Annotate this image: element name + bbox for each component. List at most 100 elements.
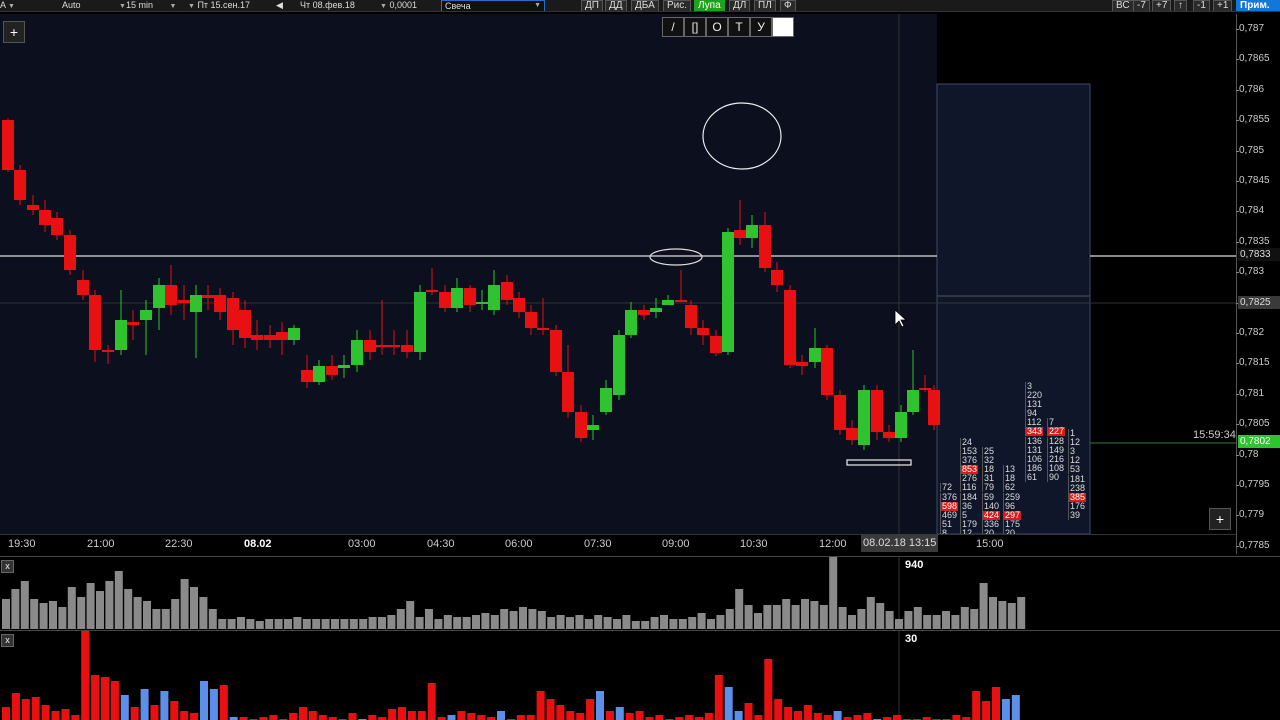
- bearish-candle: [537, 328, 549, 330]
- bearish-candle: [326, 366, 338, 375]
- volume-bar: [406, 601, 415, 629]
- sell-delta-bar: [170, 701, 179, 720]
- sell-delta-bar: [774, 699, 783, 720]
- price-tick: 0,785: [1235, 144, 1265, 156]
- bullish-candle: [662, 300, 674, 305]
- bullish-candle: [115, 320, 127, 350]
- btn-dd[interactable]: ДД: [605, 0, 627, 11]
- bearish-candle: [759, 225, 771, 268]
- volume-bar: [500, 609, 509, 629]
- price-tick: 0,7865: [1236, 53, 1270, 65]
- btn-minus7[interactable]: -7: [1133, 0, 1150, 11]
- drawing-tools: / [] O T У: [662, 17, 794, 37]
- buy-delta-bar: [120, 695, 129, 720]
- price-tick: 0,782: [1235, 327, 1265, 338]
- rectangle-tool[interactable]: []: [684, 17, 706, 37]
- text-tool[interactable]: T: [728, 17, 750, 37]
- timeframe-selector[interactable]: 15 min ▼: [126, 0, 177, 11]
- sell-delta-bar: [457, 711, 466, 720]
- date-nav-icon[interactable]: ◀: [276, 0, 283, 11]
- time-axis[interactable]: 19:30 21:00 22:30 08.02 03:00 04:30 06:00 07:30…: [0, 534, 1236, 552]
- buy-delta-bar: [1011, 695, 1020, 720]
- mode-selector[interactable]: Auto ▼: [62, 0, 126, 11]
- chevron-down-icon: ▼: [188, 3, 195, 10]
- bullish-candle: [895, 412, 907, 438]
- btn-minus1[interactable]: -1: [1193, 0, 1210, 11]
- color-swatch[interactable]: [772, 17, 794, 37]
- volume-bar: [20, 581, 29, 629]
- chart-type-selector[interactable]: Свеча ▼: [441, 0, 545, 11]
- sell-delta-bar: [289, 713, 298, 720]
- volume-bar: [199, 597, 208, 629]
- btn-vs[interactable]: ВС: [1112, 0, 1134, 11]
- volume-bar: [284, 619, 292, 629]
- volume-bar: [312, 619, 321, 629]
- volume-bar: [105, 581, 114, 629]
- chevron-down-icon: ▼: [380, 3, 387, 10]
- bearish-candle: [364, 340, 376, 352]
- close-icon[interactable]: x: [1, 560, 14, 573]
- price-chart[interactable]: 72 376 598 469 51 8 24 153 376 853 276 116 184 36 5 179…: [0, 14, 1236, 538]
- tick-field[interactable]: ▼ 0,0001: [380, 0, 417, 11]
- add-chart-button[interactable]: +: [3, 21, 25, 43]
- btn-pl[interactable]: ПЛ: [754, 0, 776, 11]
- time-tick: 15:00: [976, 538, 1004, 550]
- price-axis[interactable]: 0,787 0,7865 0,786 0,7855 0,785 0,7845 0,784 0,…: [1235, 14, 1280, 554]
- btn-up[interactable]: ↑: [1174, 0, 1187, 11]
- delta-histogram: [2, 631, 1020, 720]
- sell-delta-bar: [625, 713, 634, 720]
- volume-bar: [923, 615, 932, 629]
- volume-bar: [255, 621, 264, 629]
- volume-bar: [77, 597, 86, 629]
- last-price-badge: 0,7802: [1238, 435, 1280, 448]
- sell-delta-bar: [427, 683, 436, 720]
- btn-plus1[interactable]: +1: [1213, 0, 1233, 11]
- volume-bar: [481, 613, 490, 629]
- volume-bar: [735, 589, 744, 629]
- date-to-field[interactable]: Чт 08.фев.18: [300, 0, 355, 11]
- sell-delta-bar: [992, 687, 1000, 720]
- volume-bar: [613, 619, 621, 629]
- add-indicator-button[interactable]: +: [1209, 508, 1231, 530]
- line-tool[interactable]: /: [662, 17, 684, 37]
- bearish-candle: [64, 235, 76, 270]
- sell-delta-bar: [477, 715, 486, 720]
- bearish-candle: [251, 335, 263, 340]
- volume-panel: x 940: [0, 556, 1280, 629]
- bullish-candle: [650, 308, 662, 312]
- bearish-candle: [14, 170, 26, 200]
- bearish-candle: [2, 120, 14, 170]
- chevron-down-icon: ▼: [169, 3, 177, 10]
- sell-delta-bar: [41, 705, 50, 720]
- volume-bar: [754, 613, 762, 629]
- ellipse-tool[interactable]: O: [706, 17, 728, 37]
- sell-delta-bar: [2, 707, 10, 720]
- btn-draw[interactable]: Рис.: [663, 0, 692, 11]
- apply-button[interactable]: Прим.: [1236, 0, 1280, 11]
- volume-bar: [810, 601, 819, 629]
- level-tool[interactable]: У: [750, 17, 772, 37]
- bearish-candle: [697, 328, 709, 335]
- volume-bar: [152, 609, 161, 629]
- price-tick: 0,7785: [1236, 539, 1270, 551]
- sell-delta-bar: [685, 715, 694, 720]
- buy-delta-bar: [724, 687, 733, 720]
- volume-bar: [584, 619, 593, 629]
- close-icon[interactable]: x: [1, 634, 14, 647]
- bearish-candle: [675, 300, 687, 302]
- sell-delta-bar: [952, 715, 961, 720]
- btn-dp[interactable]: ДП: [581, 0, 603, 11]
- btn-magnifier[interactable]: Лупа: [694, 0, 725, 11]
- volume-bar: [528, 609, 537, 629]
- btn-dl[interactable]: ДЛ: [729, 0, 751, 11]
- btn-plus7[interactable]: +7: [1152, 0, 1172, 11]
- instrument-selector[interactable]: A ▼: [0, 0, 15, 11]
- sell-delta-bar: [31, 697, 40, 720]
- volume-bar: [124, 589, 133, 629]
- volume-bar: [876, 603, 885, 629]
- date-from-field[interactable]: ▼ Пт 15.сен.17: [188, 0, 250, 11]
- btn-dba[interactable]: ДБА: [631, 0, 659, 11]
- volume-bar: [161, 609, 170, 629]
- time-tick: 08.02: [244, 538, 272, 550]
- btn-f[interactable]: Ф: [780, 0, 796, 11]
